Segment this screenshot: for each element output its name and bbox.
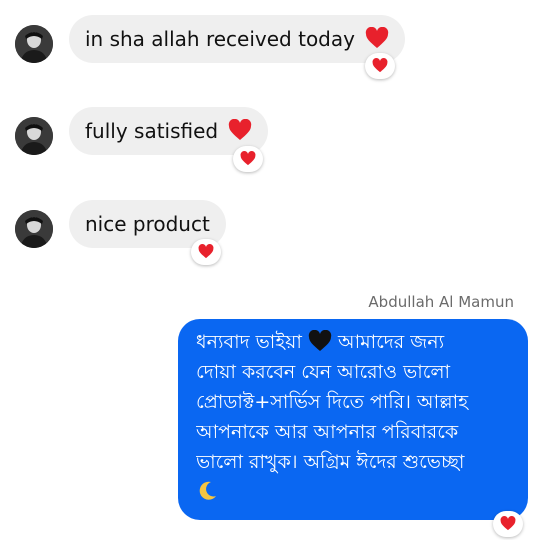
reply-line: ভালো রাখুক। অগ্রিম ঈদের শুভেচ্ছা	[196, 451, 465, 473]
heart-icon	[372, 58, 388, 73]
black-heart-icon	[308, 329, 332, 351]
reply-text: আমাদের জন্য	[337, 331, 445, 353]
reply-line: প্রোডাক্ট+সার্ভিস দিতে পারি। আল্লাহ	[196, 391, 469, 413]
reaction-badge[interactable]	[233, 146, 263, 172]
message-bubble[interactable]: in sha allah received today	[69, 15, 406, 63]
avatar[interactable]	[15, 210, 53, 248]
reply-line: দোয়া করবেন যেন আরোও ভালো	[196, 361, 451, 383]
message-text: fully satisfied	[85, 119, 219, 143]
reply-text: ধন্যবাদ ভাইয়া	[196, 331, 302, 353]
crescent-moon-icon	[199, 481, 216, 500]
reply-line: ধন্যবাদ ভাইয়া আমাদের জন্য	[196, 327, 514, 357]
heart-icon	[229, 119, 252, 140]
heart-icon	[198, 244, 214, 259]
avatar[interactable]	[15, 25, 53, 63]
sender-name: Abdullah Al Mamun	[368, 293, 514, 311]
reaction-badge[interactable]	[191, 239, 221, 265]
reaction-badge[interactable]	[365, 53, 395, 79]
reply-bubble[interactable]: ধন্যবাদ ভাইয়া আমাদের জন্য দোয়া করবেন য…	[178, 319, 528, 520]
heart-icon	[500, 516, 516, 531]
reaction-badge[interactable]	[493, 511, 523, 537]
reply-line: আপনাকে আর আপনার পরিবারকে	[196, 421, 459, 443]
heart-icon	[366, 27, 389, 48]
message-text: in sha allah received today	[85, 27, 355, 51]
message-text: nice product	[85, 212, 210, 236]
heart-icon	[240, 151, 256, 166]
avatar[interactable]	[15, 117, 53, 155]
reply-line	[196, 477, 514, 507]
